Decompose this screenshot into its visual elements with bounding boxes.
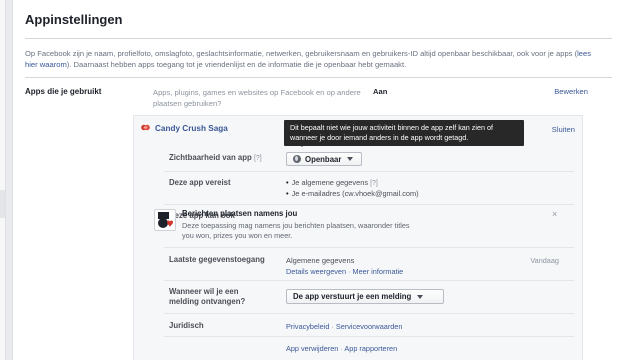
last-access-label: Laatste gegevenstoegang bbox=[169, 255, 265, 264]
details-link[interactable]: Details weergeven bbox=[286, 267, 346, 276]
notification-value: De app verstuurt je een melding bbox=[293, 292, 412, 301]
divider bbox=[164, 336, 574, 337]
chevron-down-icon bbox=[417, 294, 424, 299]
visibility-label-text: Zichtbaarheid van app bbox=[169, 153, 252, 162]
tooltip: Dit bepaalt niet wie jouw activiteit bin… bbox=[284, 120, 524, 146]
requires-item-text: Je algemene gegevens bbox=[291, 178, 369, 187]
list-item: • Je e-mailadres (cw.vhoek@gmail.com) bbox=[286, 189, 419, 198]
intro-text-end: ). Daarnaast hebben apps toegang tot je … bbox=[66, 60, 407, 69]
visibility-value: Openbaar bbox=[305, 154, 342, 164]
apps-section-description: Apps, plugins, games en websites op Face… bbox=[153, 88, 361, 108]
heart-card-icon bbox=[158, 212, 173, 228]
intro-text: Op Facebook zijn je naam, profielfoto, o… bbox=[25, 48, 595, 70]
post-permission-icon bbox=[154, 209, 176, 231]
divider bbox=[164, 247, 574, 248]
edit-link[interactable]: Bewerken bbox=[554, 87, 588, 96]
divider bbox=[164, 313, 574, 314]
privacy-policy-link[interactable]: Privacybeleid bbox=[286, 322, 329, 331]
legal-label: Juridisch bbox=[169, 321, 204, 330]
apps-section-label: Apps die je gebruikt bbox=[25, 87, 102, 96]
divider bbox=[25, 77, 612, 78]
remove-permission-icon[interactable]: × bbox=[552, 209, 557, 219]
last-access-links: Details weergeven · Meer informatie bbox=[286, 267, 403, 276]
page-title: Appinstellingen bbox=[25, 12, 123, 27]
permission-description: Deze toepassing mag namens jou berichten… bbox=[182, 221, 410, 240]
requires-item-text: Je e-mailadres (cw.vhoek@gmail.com) bbox=[291, 189, 419, 198]
remove-app-link[interactable]: App verwijderen bbox=[286, 344, 338, 353]
notification-label: Wanneer wil je een melding ontvangen? bbox=[169, 287, 245, 307]
app-actions: App verwijderen · App rapporteren bbox=[286, 344, 397, 353]
visibility-label: Zichtbaarheid van app [?] bbox=[169, 153, 262, 162]
terms-link[interactable]: Servicevoorwaarden bbox=[336, 322, 403, 331]
visibility-dropdown[interactable]: Openbaar bbox=[286, 152, 362, 166]
notification-label-line: Wanneer wil je een bbox=[169, 287, 239, 296]
left-strip-marker bbox=[0, 190, 5, 218]
tooltip-arrow bbox=[298, 142, 306, 147]
last-access-date: Vandaag bbox=[530, 256, 559, 265]
app-name[interactable]: Candy Crush Saga bbox=[155, 124, 228, 133]
candy-crush-app-icon bbox=[141, 124, 150, 131]
legal-links: Privacybeleid · Servicevoorwaarden bbox=[286, 322, 402, 331]
list-item: • Je algemene gegevens [?] bbox=[286, 178, 378, 187]
notification-dropdown[interactable]: De app verstuurt je een melding bbox=[286, 289, 444, 304]
requires-help-icon[interactable]: [?] bbox=[370, 180, 378, 187]
visibility-help-icon[interactable]: [?] bbox=[254, 155, 262, 162]
requires-label: Deze app vereist bbox=[169, 178, 231, 187]
permission-title: Berichten plaatsen namens jou bbox=[182, 209, 298, 218]
divider bbox=[164, 204, 574, 205]
divider bbox=[164, 280, 574, 281]
requires-list: • Je algemene gegevens [?] • Je e-mailadre… bbox=[286, 178, 419, 199]
close-link[interactable]: Sluiten bbox=[552, 125, 575, 134]
left-scroll-strip bbox=[0, 0, 6, 360]
last-access-value: Algemene gegevens bbox=[286, 256, 355, 265]
intro-text-start: Op Facebook zijn je naam, profielfoto, o… bbox=[25, 49, 578, 58]
globe-icon bbox=[293, 155, 301, 163]
notification-label-line: melding ontvangen? bbox=[169, 297, 246, 306]
more-info-link[interactable]: Meer informatie bbox=[353, 267, 404, 276]
apps-section-status: Aan bbox=[373, 87, 388, 96]
divider bbox=[164, 171, 574, 172]
chevron-down-icon bbox=[347, 157, 354, 161]
report-app-link[interactable]: App rapporteren bbox=[344, 344, 397, 353]
divider bbox=[25, 38, 612, 39]
